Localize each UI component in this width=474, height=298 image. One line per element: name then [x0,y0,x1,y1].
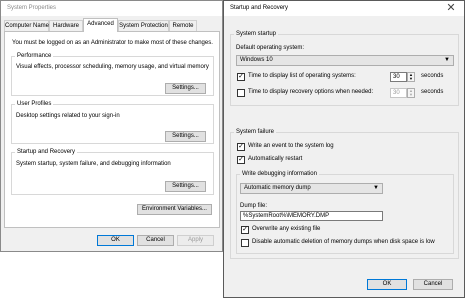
time-recovery-checkbox[interactable] [237,89,245,97]
tab-remote[interactable]: Remote [169,20,197,31]
advanced-tab-panel: You must be logged on as an Administrato… [4,31,220,228]
system-failure-group: System failure ✓ Write an event to the s… [230,129,459,259]
performance-settings-button[interactable]: Settings... [165,83,206,94]
performance-group: Performance Visual effects, processor sc… [11,53,214,96]
dump-file-label: Dump file: [240,203,268,209]
tab-system-protection[interactable]: System Protection [118,20,169,31]
spin-down-icon[interactable]: ▼ [408,93,414,97]
time-recovery-input[interactable]: 30 [390,88,407,98]
startup-recovery-description: System startup, system failure, and debu… [16,161,171,167]
time-display-os-unit: seconds [421,73,444,79]
default-os-label: Default operating system: [236,45,305,51]
startup-recovery-group: Startup and Recovery System startup, sys… [11,149,214,195]
close-icon[interactable]: ✕ [440,1,462,16]
overwrite-checkbox[interactable]: ✓ [241,226,249,234]
debug-info-label: Write debugging information [240,171,319,177]
write-event-checkbox[interactable]: ✓ [237,143,245,151]
system-properties-window: System Properties Computer Name Hardware… [0,0,223,252]
system-properties-apply-button[interactable]: Apply [177,235,214,246]
default-os-value: Windows 10 [240,57,273,63]
time-display-os-input[interactable]: 30 [390,72,407,82]
chevron-down-icon: ▼ [444,57,450,63]
tab-hardware[interactable]: Hardware [49,20,83,31]
admin-notice: You must be logged on as an Administrato… [12,40,213,46]
dump-file-input[interactable]: %SystemRoot%\MEMORY.DMP [240,211,383,221]
system-properties-title: System Properties [7,5,57,11]
startup-recovery-window: Startup and Recovery ✕ System startup De… [223,0,465,298]
system-startup-label: System startup [234,31,279,37]
system-properties-ok-button[interactable]: OK [97,235,134,246]
tab-advanced[interactable]: Advanced [83,18,118,32]
startup-recovery-titlebar[interactable]: Startup and Recovery ✕ [224,1,464,16]
chevron-down-icon: ▼ [373,185,379,191]
startup-recovery-label: Startup and Recovery [15,149,78,155]
user-profiles-group: User Profiles Desktop settings related t… [11,101,214,144]
spin-down-icon[interactable]: ▼ [408,77,414,81]
disable-auto-delete-label: Disable automatic deletion of memory dum… [252,239,435,245]
system-startup-group: System startup Default operating system:… [230,31,459,106]
performance-description: Visual effects, processor scheduling, me… [16,64,209,70]
auto-restart-label: Automatically restart [248,156,303,162]
startup-recovery-settings-button[interactable]: Settings... [165,181,206,192]
time-display-os-checkbox[interactable]: ✓ [237,73,245,81]
user-profiles-settings-button[interactable]: Settings... [165,131,206,142]
system-properties-cancel-button[interactable]: Cancel [137,235,174,246]
system-properties-titlebar[interactable]: System Properties [1,1,222,16]
user-profiles-description: Desktop settings related to your sign-in [16,113,120,119]
disable-auto-delete-checkbox[interactable] [241,239,249,247]
system-failure-label: System failure [234,129,277,135]
debug-info-select[interactable]: Automatic memory dump ▼ [240,183,383,194]
time-display-os-label: Time to display list of operating system… [248,73,356,79]
debug-info-value: Automatic memory dump [244,185,311,191]
write-event-label: Write an event to the system log [248,143,334,149]
startup-recovery-title: Startup and Recovery [230,5,289,11]
time-display-os-spinner[interactable]: ▲ ▼ [407,72,415,82]
time-recovery-label: Time to display recovery options when ne… [248,89,374,95]
tab-computer-name[interactable]: Computer Name [4,20,49,31]
startup-recovery-cancel-button[interactable]: Cancel [413,279,453,290]
environment-variables-button[interactable]: Environment Variables... [137,204,212,215]
user-profiles-label: User Profiles [15,101,54,107]
time-recovery-spinner[interactable]: ▲ ▼ [407,88,415,98]
debug-info-group: Write debugging information Automatic me… [236,171,454,254]
auto-restart-checkbox[interactable]: ✓ [237,156,245,164]
default-os-select[interactable]: Windows 10 ▼ [236,55,454,66]
time-recovery-unit: seconds [421,89,444,95]
performance-label: Performance [15,53,54,59]
overwrite-label: Overwrite any existing file [252,226,321,232]
startup-recovery-ok-button[interactable]: OK [367,279,407,290]
